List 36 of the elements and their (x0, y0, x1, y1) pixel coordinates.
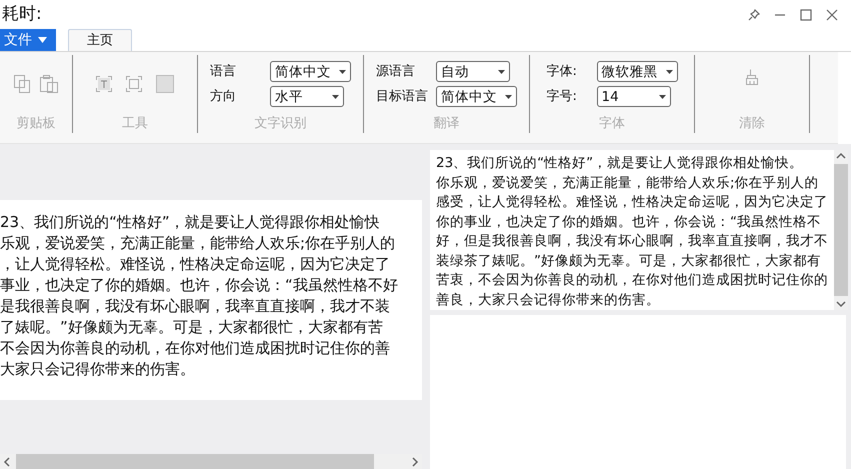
text-frame-icon[interactable] (96, 76, 112, 92)
dropdown[interactable]: 水平 (270, 86, 344, 108)
caret-icon (339, 70, 346, 74)
caret-icon (332, 94, 339, 99)
caret-icon (505, 94, 512, 99)
group-label: 字体 (598, 114, 626, 132)
caret-icon (666, 70, 672, 74)
field-label: 方向 (210, 88, 237, 106)
scrollbar-thumb[interactable] (16, 454, 374, 469)
pin-icon[interactable] (747, 8, 761, 22)
group-label: 翻译 (432, 114, 460, 132)
file-menu-button[interactable]: 文件 (0, 29, 56, 51)
maximize-icon[interactable] (799, 8, 813, 22)
field-label: 源语言 (376, 63, 416, 81)
ribbon-tab[interactable]: 主页 (68, 29, 132, 51)
group-label: 清除 (738, 114, 766, 132)
field-label: 字体: (546, 63, 578, 81)
caret-icon (498, 70, 505, 74)
group-label: 剪贴板 (16, 114, 56, 132)
dropdown[interactable]: 简体中文 (436, 86, 517, 108)
dropdown[interactable]: 14 (596, 86, 670, 108)
caret-icon (38, 37, 47, 43)
field-label: 目标语言 (376, 88, 429, 106)
group-label: 文字识别 (254, 114, 308, 132)
scrollbar-thumb[interactable] (834, 164, 848, 296)
window-title: 耗时: (2, 3, 42, 26)
dropdown[interactable]: 自动 (436, 61, 510, 82)
translated-text: 23、我们所说的“性格好”，就是要让人觉得跟你相处愉快。 你乐观，爱说爱笑，充满正能量，能带给人欢乐;你在乎别人的 感受，让人觉得轻松。难怪说，性格决定命运呢，因为它决定了 你的事业，也决定了你的婚姻。也许，你会说：“我虽然性格不 好，但是我很善良啊，我没有坏心眼啊，我率直直接啊，我才不 装绿茶了婊呢。”好像颇为无辜。可是，大家都很忙，大家都有 苦衷，不会因为你善良的动机，在你对他们造成困扰时记住你的 善良，大家只会记得你带来的伤害。 (435, 154, 829, 310)
field-label: 字号: (546, 88, 578, 106)
source-text: 23、我们所说的“性格好”，就是要让人觉得跟你相处愉快 乐观，爱说爱笑，充满正能量，能带给人欢乐;你在乎别人的 ，让人觉得轻松。难怪说，性格决定命运呢，因为它决定了 事业，也决定了你的婚姻。也许，你会说：“我虽然性格不好 是我很善良啊，我没有坏心眼啊，我率直直接啊，我才不装 了婊呢。”好像颇为无辜。可是，大家都很忙，大家都有苦 不会因为你善良的动机，在你对他们造成困扰时记住你的善 大家只会记得你带来的伤害。 (0, 200, 422, 400)
group-label: 工具 (121, 114, 149, 132)
caret-icon (658, 94, 666, 99)
close-icon[interactable] (825, 8, 839, 22)
dropdown[interactable]: 微软雅黑 (596, 61, 678, 82)
field-label: 语言 (210, 63, 237, 81)
dropdown[interactable]: 简体中文 (270, 61, 351, 82)
